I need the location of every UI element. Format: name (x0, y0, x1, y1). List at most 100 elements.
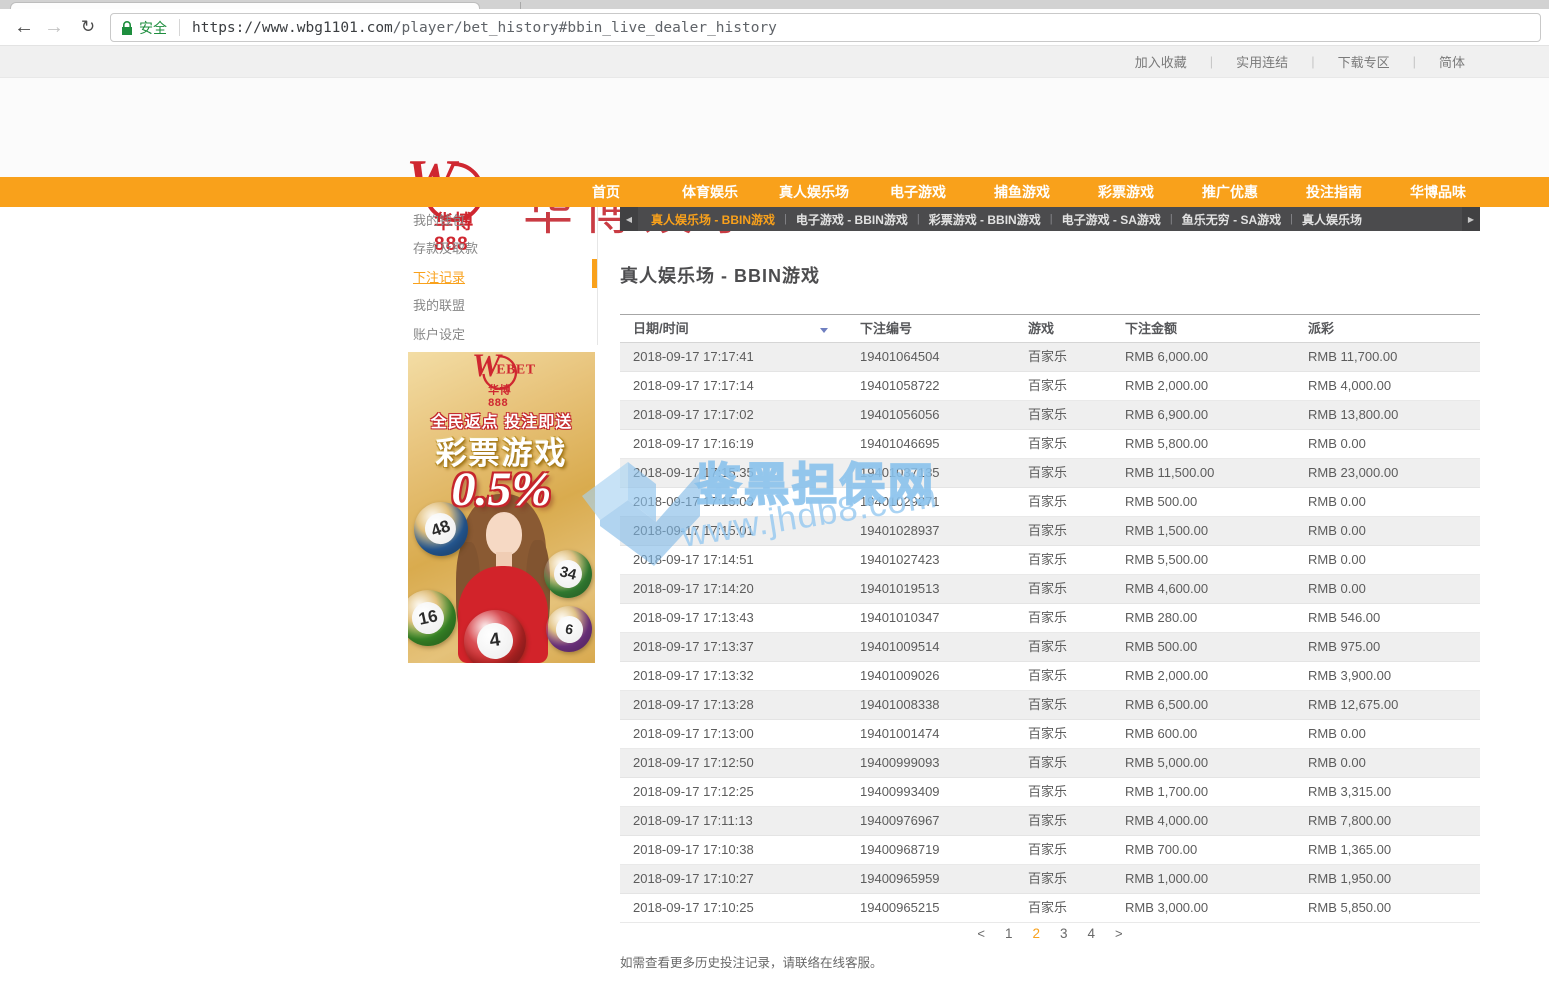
banner-logo-icon: W EBET 华博888 (473, 354, 531, 389)
history-tab-0[interactable]: 真人娱乐场 - BBIN游戏 (642, 211, 784, 228)
sort-descending-icon[interactable] (820, 328, 828, 333)
table-row: 2018-09-17 17:15:0319401029271百家乐RMB 500… (620, 488, 1480, 517)
table-cell: 2018-09-17 17:13:00 (620, 720, 847, 748)
nav-item-5[interactable]: 彩票游戏 (1074, 177, 1178, 207)
table-cell: RMB 1,365.00 (1295, 836, 1480, 864)
nav-item-2[interactable]: 真人娱乐场 (762, 177, 866, 207)
pagination-page-4[interactable]: 4 (1088, 926, 1096, 941)
table-cell: 百家乐 (1015, 430, 1112, 458)
sidebar-item-0[interactable]: 我的钱包 (413, 207, 573, 235)
pagination-next[interactable]: > (1115, 926, 1123, 941)
table-cell: 百家乐 (1015, 807, 1112, 835)
table-cell: 19401027423 (847, 546, 1015, 574)
browser-back-button[interactable]: ← (12, 13, 36, 41)
sidebar-divider (597, 207, 598, 345)
table-cell: RMB 7,800.00 (1295, 807, 1480, 835)
table-cell: RMB 5,800.00 (1112, 430, 1295, 458)
table-row: 2018-09-17 17:12:2519400993409百家乐RMB 1,7… (620, 778, 1480, 807)
lottery-ball-number: 4 (475, 621, 516, 662)
table-cell: RMB 6,900.00 (1112, 401, 1295, 429)
table-cell: RMB 280.00 (1112, 604, 1295, 632)
history-tab-3[interactable]: 电子游戏 - SA游戏 (1053, 211, 1170, 228)
address-bar[interactable]: 安全 https://www.wbg1101.com/player/bet_hi… (110, 13, 1541, 42)
sidebar-item-4[interactable]: 账户设定 (413, 321, 573, 349)
history-tab-5[interactable]: 真人娱乐场 (1293, 211, 1371, 228)
table-cell: 19401008338 (847, 691, 1015, 719)
table-cell: RMB 2,000.00 (1112, 372, 1295, 400)
table-cell: 百家乐 (1015, 633, 1112, 661)
table-cell: RMB 6,500.00 (1112, 691, 1295, 719)
tabs-scroll-left-icon[interactable]: ◀ (620, 207, 638, 231)
table-cell: 2018-09-17 17:15:03 (620, 488, 847, 516)
table-cell: 19401058722 (847, 372, 1015, 400)
bet-table-head: 日期/时间下注编号游戏下注金额派彩 (620, 314, 1480, 343)
history-note: 如需查看更多历史投注记录，请联络在线客服。 (620, 952, 883, 971)
column-header-3[interactable]: 下注金额 (1112, 315, 1295, 342)
nav-item-4[interactable]: 捕鱼游戏 (970, 177, 1074, 207)
secure-lock-icon (121, 20, 133, 36)
table-cell: 2018-09-17 17:12:50 (620, 749, 847, 777)
table-cell: 19400993409 (847, 778, 1015, 806)
nav-item-8[interactable]: 华博品味 (1386, 177, 1490, 207)
top-link-0[interactable]: 加入收藏 (1135, 52, 1187, 71)
column-header-4[interactable]: 派彩 (1295, 315, 1480, 342)
table-cell: 2018-09-17 17:13:28 (620, 691, 847, 719)
table-row: 2018-09-17 17:12:5019400999093百家乐RMB 5,0… (620, 749, 1480, 778)
table-cell: RMB 12,675.00 (1295, 691, 1480, 719)
table-cell: RMB 1,950.00 (1295, 865, 1480, 893)
nav-item-6[interactable]: 推广优惠 (1178, 177, 1282, 207)
sidebar-item-1[interactable]: 存款及取款 (413, 235, 573, 263)
main-nav-items: 首页体育娱乐真人娱乐场电子游戏捕鱼游戏彩票游戏推广优惠投注指南华博品味 (554, 177, 1490, 207)
top-link-3[interactable]: 简体 (1439, 52, 1465, 71)
table-cell: 19401064504 (847, 343, 1015, 371)
table-cell: RMB 0.00 (1295, 749, 1480, 777)
table-cell: RMB 11,500.00 (1112, 459, 1295, 487)
pagination-page-3[interactable]: 3 (1060, 926, 1068, 941)
sidebar-item-2[interactable]: 下注记录 (413, 264, 573, 292)
table-row: 2018-09-17 17:13:3719401009514百家乐RMB 500… (620, 633, 1480, 662)
top-link-1[interactable]: 实用连结 (1236, 52, 1288, 71)
table-row: 2018-09-17 17:11:1319400976967百家乐RMB 4,0… (620, 807, 1480, 836)
nav-item-7[interactable]: 投注指南 (1282, 177, 1386, 207)
browser-reload-button[interactable]: ↻ (76, 13, 100, 41)
pagination-prev[interactable]: < (977, 926, 985, 941)
browser-tab-strip[interactable] (0, 0, 1549, 9)
table-cell: 2018-09-17 17:10:38 (620, 836, 847, 864)
nav-item-1[interactable]: 体育娱乐 (658, 177, 762, 207)
url-domain: https://www.wbg1101.com (192, 20, 393, 36)
table-cell: RMB 700.00 (1112, 836, 1295, 864)
history-tab-2[interactable]: 彩票游戏 - BBIN游戏 (920, 211, 1050, 228)
browser-active-tab[interactable] (10, 2, 480, 9)
table-cell: RMB 3,900.00 (1295, 662, 1480, 690)
table-cell: RMB 0.00 (1295, 720, 1480, 748)
table-cell: RMB 3,315.00 (1295, 778, 1480, 806)
pagination-page-2[interactable]: 2 (1032, 926, 1040, 941)
url-text: https://www.wbg1101.com/player/bet_histo… (192, 20, 777, 36)
browser-tab-divider (520, 2, 521, 9)
table-row: 2018-09-17 17:17:1419401058722百家乐RMB 2,0… (620, 372, 1480, 401)
table-cell: 百家乐 (1015, 343, 1112, 371)
table-cell: RMB 0.00 (1295, 430, 1480, 458)
browser-forward-button[interactable]: → (42, 13, 66, 41)
table-row: 2018-09-17 17:10:2519400965215百家乐RMB 3,0… (620, 894, 1480, 923)
table-row: 2018-09-17 17:17:0219401056056百家乐RMB 6,9… (620, 401, 1480, 430)
nav-item-0[interactable]: 首页 (554, 177, 658, 207)
lottery-ball-icon: 34 (544, 550, 592, 598)
sidebar-item-3[interactable]: 我的联盟 (413, 292, 573, 320)
top-links-separator: | (1311, 54, 1314, 69)
tabs-scroll-right-icon[interactable]: ▶ (1462, 207, 1480, 231)
history-tab-4[interactable]: 鱼乐无穷 - SA游戏 (1173, 211, 1290, 228)
nav-item-3[interactable]: 电子游戏 (866, 177, 970, 207)
column-header-2[interactable]: 游戏 (1015, 315, 1112, 342)
table-cell: RMB 5,850.00 (1295, 894, 1480, 922)
table-cell: 19401056056 (847, 401, 1015, 429)
promo-banner[interactable]: W EBET 华博888 48341646 全民返点 投注即送 彩票游戏 0.5… (408, 352, 595, 663)
top-link-2[interactable]: 下载专区 (1338, 52, 1390, 71)
history-tab-1[interactable]: 电子游戏 - BBIN游戏 (787, 211, 917, 228)
table-cell: 2018-09-17 17:13:37 (620, 633, 847, 661)
pagination-page-1[interactable]: 1 (1005, 926, 1013, 941)
column-header-1[interactable]: 下注编号 (847, 315, 1015, 342)
table-cell: 2018-09-17 17:17:14 (620, 372, 847, 400)
column-header-0[interactable]: 日期/时间 (620, 315, 847, 342)
url-divider (179, 19, 180, 36)
